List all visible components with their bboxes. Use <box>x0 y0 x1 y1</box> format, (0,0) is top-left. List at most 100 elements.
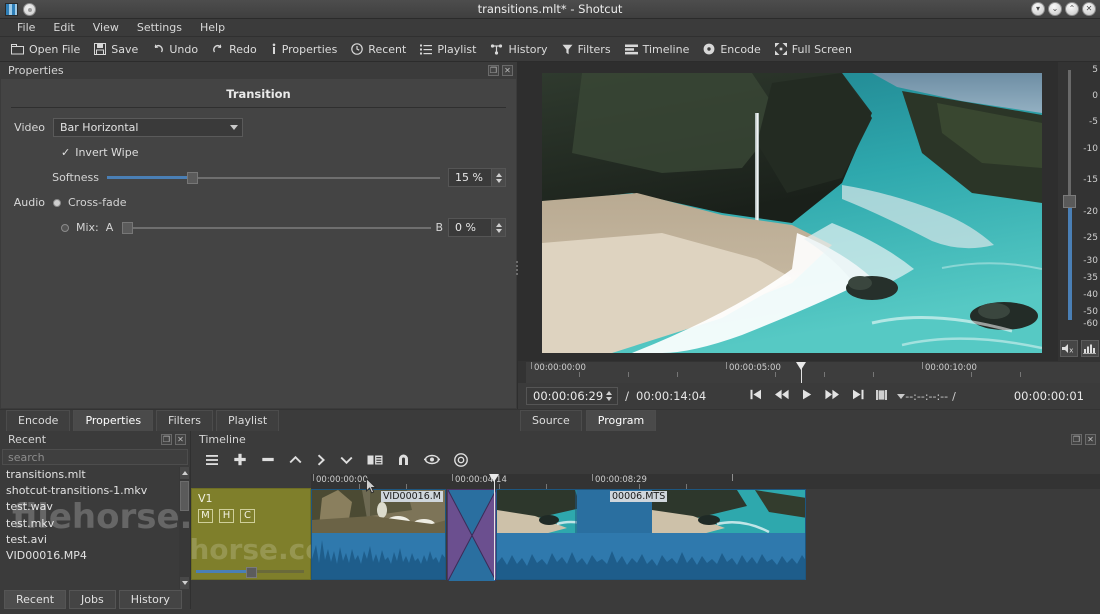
encode-button[interactable]: Encode <box>698 41 769 58</box>
player-scrub-bar[interactable]: 00:00:00:00 00:00:05:00 00:00:10:00 <box>526 361 1100 383</box>
tab-filters[interactable]: Filters <box>156 410 214 431</box>
redo-button[interactable]: Redo <box>207 41 266 58</box>
timeline-playhead[interactable] <box>489 474 499 482</box>
tab-source[interactable]: Source <box>520 410 582 431</box>
softness-spinner[interactable]: 15 % <box>448 168 506 187</box>
undo-button[interactable]: Undo <box>147 41 207 58</box>
marker-icon[interactable] <box>454 452 468 470</box>
list-item[interactable]: VID00016.MP4 <box>0 548 190 564</box>
stepper-down-icon[interactable] <box>495 228 502 233</box>
save-button[interactable]: Save <box>89 41 147 58</box>
position-stepper[interactable] <box>603 387 614 405</box>
menu-file[interactable]: File <box>8 19 44 36</box>
track-head-v1[interactable]: V1 M H C filehorse.com <box>191 488 354 580</box>
tab-playlist[interactable]: Playlist <box>216 410 280 431</box>
recent-file-list[interactable]: transitions.mlt shotcut-transitions-1.mk… <box>0 467 190 589</box>
list-item[interactable]: test.avi <box>0 532 190 548</box>
full-screen-button[interactable]: Full Screen <box>770 41 861 58</box>
tab-history[interactable]: History <box>118 589 182 609</box>
stepper-up-icon[interactable] <box>495 222 502 227</box>
minimize-button[interactable]: ⌄ <box>1048 2 1062 16</box>
mix-slider[interactable] <box>122 221 432 235</box>
mix-handle[interactable] <box>122 221 134 234</box>
recent-button[interactable]: Recent <box>346 41 415 58</box>
properties-button[interactable]: Properties <box>266 41 347 58</box>
menu-edit[interactable]: Edit <box>44 19 83 36</box>
timeline-clip-1[interactable]: VID00016.M <box>311 489 446 580</box>
menu-view[interactable]: View <box>84 19 128 36</box>
video-viewport[interactable] <box>518 62 1058 361</box>
ripple-delete-icon[interactable] <box>261 453 275 469</box>
dock-resize-grip[interactable] <box>514 259 520 281</box>
append-icon[interactable] <box>233 453 247 469</box>
play-icon[interactable] <box>802 389 812 403</box>
track-hide-button[interactable]: H <box>219 509 234 523</box>
recent-scrollbar[interactable] <box>179 467 190 589</box>
mix-stepper[interactable] <box>492 218 506 237</box>
rewind-icon[interactable] <box>775 389 789 403</box>
split-icon[interactable] <box>340 454 353 469</box>
scrub-while-dragging-icon[interactable] <box>424 454 440 468</box>
softness-slider[interactable] <box>107 171 440 185</box>
overwrite-icon[interactable] <box>316 454 326 469</box>
crossfade-radio[interactable]: Cross-fade <box>53 196 127 209</box>
properties-icon[interactable] <box>367 454 383 469</box>
track-mute-button[interactable]: M <box>198 509 213 523</box>
scrollbar-thumb[interactable] <box>180 481 189 511</box>
timeline-button[interactable]: Timeline <box>620 41 699 58</box>
stepper-up-icon[interactable] <box>495 172 502 177</box>
close-icon[interactable]: ✕ <box>502 65 513 76</box>
track-zoom-slider[interactable] <box>196 567 304 578</box>
timeline-body[interactable]: 00:00:00:00 00:00:04:14 00:00:08:29 V1 M… <box>191 474 1100 609</box>
menu-settings[interactable]: Settings <box>128 19 191 36</box>
snap-magnet-icon[interactable] <box>397 453 410 469</box>
scroll-down-icon[interactable] <box>180 577 189 589</box>
list-item[interactable]: test.mkv <box>0 516 190 532</box>
close-icon[interactable]: ✕ <box>175 434 186 445</box>
mix-spinner[interactable]: 0 % <box>448 218 506 237</box>
list-item[interactable]: test.wav <box>0 499 190 515</box>
tab-jobs[interactable]: Jobs <box>69 589 116 609</box>
timeline-transition[interactable] <box>447 489 497 582</box>
list-item[interactable]: shotcut-transitions-1.mkv <box>0 483 190 499</box>
filters-button[interactable]: Filters <box>557 41 620 58</box>
track-lock-button[interactable]: C <box>240 509 255 523</box>
list-item[interactable]: transitions.mlt <box>0 467 190 483</box>
maximize-button[interactable]: ⌃ <box>1065 2 1079 16</box>
softness-stepper[interactable] <box>492 168 506 187</box>
close-button[interactable]: ✕ <box>1082 2 1096 16</box>
stepper-up-icon[interactable] <box>605 391 612 395</box>
softness-handle[interactable] <box>186 171 198 184</box>
scroll-up-icon[interactable] <box>180 467 189 479</box>
volume-handle[interactable] <box>1063 195 1076 208</box>
menu-icon[interactable] <box>205 454 219 469</box>
tab-properties[interactable]: Properties <box>73 410 154 431</box>
video-transition-select[interactable]: Bar Horizontal <box>53 118 243 137</box>
lift-icon[interactable] <box>289 454 302 469</box>
current-position-field[interactable]: 00:00:06:29 <box>526 387 619 405</box>
history-button[interactable]: History <box>485 41 556 58</box>
timeline-ruler[interactable]: 00:00:00:00 00:00:04:14 00:00:08:29 <box>311 474 1100 489</box>
search-input[interactable]: search <box>2 449 188 465</box>
track-slider-handle[interactable] <box>246 567 257 578</box>
float-icon[interactable]: ❐ <box>1071 434 1082 445</box>
timeline-clip-2[interactable]: 00006.MTS <box>496 489 806 580</box>
tab-program[interactable]: Program <box>585 410 657 431</box>
skip-to-start-icon[interactable] <box>750 389 762 403</box>
close-icon[interactable]: ✕ <box>1085 434 1096 445</box>
tab-recent[interactable]: Recent <box>4 589 67 609</box>
audio-settings-icon[interactable] <box>1080 340 1099 357</box>
playlist-button[interactable]: Playlist <box>415 41 485 58</box>
float-icon[interactable]: ❐ <box>488 65 499 76</box>
player-playhead[interactable] <box>796 362 806 370</box>
tab-encode[interactable]: Encode <box>6 410 71 431</box>
open-file-button[interactable]: Open File <box>6 41 89 58</box>
mute-icon[interactable]: x <box>1059 340 1078 357</box>
stepper-down-icon[interactable] <box>605 397 612 401</box>
skip-to-end-icon[interactable] <box>852 389 864 403</box>
invert-wipe-checkbox[interactable]: ✓ Invert Wipe <box>61 146 139 159</box>
menu-help[interactable]: Help <box>191 19 234 36</box>
float-icon[interactable]: ❐ <box>161 434 172 445</box>
fast-forward-icon[interactable] <box>825 389 840 403</box>
shade-button[interactable]: ▾ <box>1031 2 1045 16</box>
